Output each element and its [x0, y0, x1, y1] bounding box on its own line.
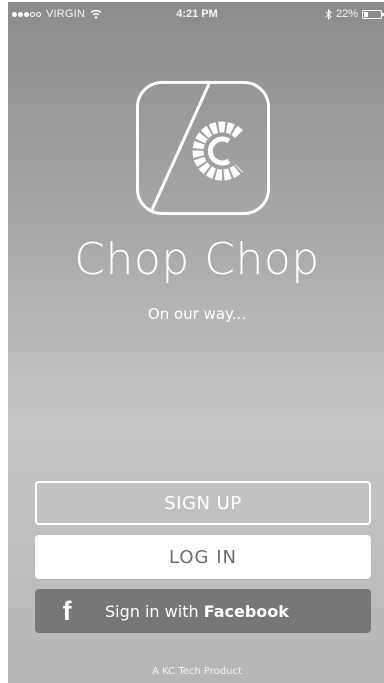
facebook-label-prefix: Sign in with [105, 601, 199, 621]
facebook-sign-in-button[interactable]: f Sign in with Facebook [35, 589, 371, 633]
sign-up-button[interactable]: SIGN UP [35, 481, 371, 525]
facebook-button-label: Sign in with Facebook [105, 602, 289, 621]
battery-icon [362, 9, 384, 19]
status-bar: VIRGIN 4:21 PM 22% [8, 2, 384, 24]
logo-mark [149, 84, 243, 212]
chop-chop-logo-icon [136, 81, 270, 215]
facebook-icon: f [62, 596, 72, 626]
app-tagline: On our way... [147, 305, 247, 323]
log-in-button[interactable]: LOG IN [35, 535, 371, 579]
facebook-label-brand: Facebook [203, 601, 289, 621]
app-title: Chop Chop [74, 234, 320, 285]
battery-fill [364, 11, 368, 17]
status-right: 22% [325, 8, 384, 20]
battery-percent: 22% [335, 8, 358, 20]
app-screen: VIRGIN 4:21 PM 22% Chop Chop On our way.… [8, 2, 384, 683]
footer-credit: A KC Tech Product [152, 666, 242, 677]
bluetooth-icon [325, 8, 332, 20]
